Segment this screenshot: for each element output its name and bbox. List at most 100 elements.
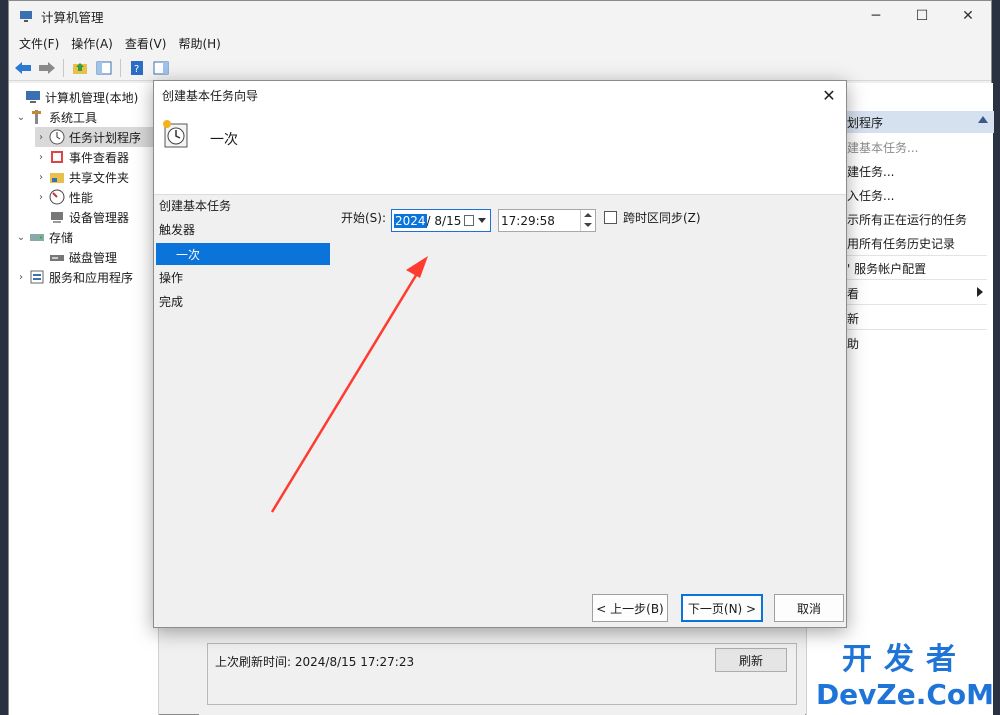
tree-item-label: 存储 bbox=[49, 230, 74, 245]
action-service-account-config[interactable]: ' 服务帐户配置 bbox=[847, 260, 926, 277]
right-edge bbox=[992, 0, 1000, 715]
tree-item-label: 磁盘管理 bbox=[69, 250, 118, 265]
tree-item-event-viewer[interactable]: › 事件查看器 bbox=[35, 147, 129, 167]
refresh-button[interactable]: 刷新 bbox=[715, 648, 787, 672]
chevron-right-icon[interactable]: › bbox=[35, 172, 47, 183]
computer-icon bbox=[26, 91, 40, 103]
chevron-right-icon[interactable]: › bbox=[35, 132, 47, 143]
task-clock-icon bbox=[163, 120, 188, 148]
performance-icon bbox=[49, 189, 65, 205]
last-refresh-time: 上次刷新时间: 2024/8/15 17:27:23 bbox=[215, 655, 415, 669]
tree-root[interactable]: 计算机管理(本地) bbox=[11, 87, 138, 107]
shared-folder-icon bbox=[50, 173, 64, 183]
time-value[interactable]: 17:29:58 bbox=[501, 214, 555, 228]
chevron-down-icon[interactable]: ⌄ bbox=[15, 232, 27, 243]
cancel-button[interactable]: 取消 bbox=[774, 594, 844, 622]
menu-file[interactable]: 文件(F) bbox=[13, 35, 65, 52]
action-create-basic-task[interactable]: 建基本任务... bbox=[847, 139, 918, 156]
sync-timezone-label[interactable]: 跨时区同步(Z) bbox=[623, 209, 701, 226]
date-year-segment[interactable]: 2024 bbox=[394, 213, 427, 228]
toolbar: ? bbox=[9, 55, 991, 81]
action-display-running-tasks[interactable]: 示所有正在运行的任务 bbox=[847, 211, 967, 228]
separator bbox=[837, 329, 987, 330]
date-rest-segment[interactable]: / 8/15 bbox=[427, 214, 462, 228]
left-edge bbox=[0, 0, 8, 715]
menu-action[interactable]: 操作(A) bbox=[65, 35, 119, 52]
forward-arrow-icon bbox=[39, 61, 55, 74]
chevron-down-icon[interactable]: ⌄ bbox=[15, 112, 27, 123]
tree-item-label: 任务计划程序 bbox=[69, 130, 142, 145]
maximize-button[interactable]: ☐ bbox=[899, 1, 945, 31]
tree-item-system-tools[interactable]: ⌄ 系统工具 bbox=[15, 107, 97, 127]
chevron-right-icon[interactable]: › bbox=[35, 152, 47, 163]
tools-icon bbox=[32, 110, 41, 124]
dialog-title-bar: 创建基本任务向导 bbox=[154, 81, 846, 109]
wizard-steps: 创建基本任务 触发器 一次 操作 完成 bbox=[154, 195, 334, 575]
watermark: 开发者 DevZe.CoM bbox=[816, 634, 994, 711]
separator bbox=[837, 255, 987, 256]
action-pane-icon bbox=[153, 61, 169, 74]
tree-item-disk-management[interactable]: 磁盘管理 bbox=[35, 247, 117, 267]
dialog-close-icon[interactable]: ✕ bbox=[818, 84, 840, 106]
window-title: 计算机管理 bbox=[41, 9, 104, 25]
step-once: 一次 bbox=[156, 243, 330, 265]
action-enable-history[interactable]: 用所有任务历史记录 bbox=[847, 235, 955, 252]
tree-item-shared-folders[interactable]: › 共享文件夹 bbox=[35, 167, 129, 187]
chevron-right-icon[interactable]: › bbox=[35, 192, 47, 203]
chevron-right-icon[interactable]: › bbox=[15, 272, 27, 283]
menu-bar: 文件(F) 操作(A) 查看(V) 帮助(H) bbox=[9, 31, 991, 55]
tree-item-device-manager[interactable]: 设备管理器 bbox=[35, 207, 129, 227]
action-pane-button[interactable] bbox=[151, 58, 171, 78]
menu-view[interactable]: 查看(V) bbox=[119, 35, 173, 52]
action-help[interactable]: 助 bbox=[847, 335, 859, 352]
tree-item-services-apps[interactable]: › 服务和应用程序 bbox=[15, 267, 133, 287]
calendar-icon[interactable] bbox=[464, 215, 474, 226]
watermark-line1: 开发者 bbox=[841, 642, 968, 677]
start-time-field[interactable]: 17:29:58 bbox=[498, 209, 596, 232]
start-label: 开始(S): bbox=[341, 211, 387, 225]
forward-button[interactable] bbox=[37, 58, 57, 78]
tree-item-performance[interactable]: › 性能 bbox=[35, 187, 93, 207]
window-controls: ─ ☐ ✕ bbox=[853, 1, 991, 31]
folder-up-icon bbox=[73, 62, 87, 74]
action-create-task[interactable]: 建任务... bbox=[847, 163, 894, 180]
collapse-up-icon[interactable] bbox=[978, 116, 988, 123]
tree-item-label: 系统工具 bbox=[49, 110, 98, 125]
close-button[interactable]: ✕ bbox=[945, 1, 991, 31]
help-button[interactable]: ? bbox=[127, 58, 147, 78]
spin-up-icon[interactable] bbox=[584, 213, 592, 217]
title-bar: 计算机管理 bbox=[9, 1, 991, 31]
menu-help[interactable]: 帮助(H) bbox=[172, 35, 226, 52]
tree-item-label: 性能 bbox=[69, 190, 94, 205]
start-date-picker[interactable]: 2024 / 8/15 bbox=[391, 209, 491, 232]
step-finish: 完成 bbox=[159, 295, 184, 309]
back-step-button[interactable]: < 上一步(B) bbox=[592, 594, 668, 622]
tree-item-storage[interactable]: ⌄ 存储 bbox=[15, 227, 73, 247]
help-icon: ? bbox=[131, 60, 143, 75]
minimize-button[interactable]: ─ bbox=[853, 1, 899, 31]
chevron-down-icon[interactable] bbox=[478, 218, 486, 223]
disk-icon bbox=[50, 255, 64, 261]
toolbar-separator bbox=[120, 58, 121, 77]
action-view[interactable]: 看 bbox=[847, 285, 859, 302]
tree-item-task-scheduler[interactable]: › 任务计划程序 bbox=[35, 127, 155, 147]
back-arrow-icon bbox=[15, 61, 31, 74]
toolbar-separator bbox=[63, 58, 64, 77]
next-step-button[interactable]: 下一页(N) > bbox=[681, 594, 763, 622]
sync-timezone-checkbox[interactable] bbox=[604, 211, 617, 224]
action-refresh[interactable]: 新 bbox=[847, 310, 859, 327]
submenu-arrow-icon bbox=[977, 287, 983, 297]
services-icon bbox=[30, 270, 44, 284]
back-button[interactable] bbox=[13, 58, 33, 78]
action-import-task[interactable]: 入任务... bbox=[847, 187, 894, 204]
time-spinner[interactable] bbox=[580, 210, 595, 231]
tree-item-label: 共享文件夹 bbox=[69, 170, 130, 185]
dialog-title: 创建基本任务向导 bbox=[162, 88, 259, 103]
tree-item-label: 服务和应用程序 bbox=[49, 270, 134, 285]
up-folder-button[interactable] bbox=[70, 58, 90, 78]
console-tree: 计算机管理(本地) ⌄ 系统工具 › 任务计划程序 › 事件查看器 › 共享文件… bbox=[9, 83, 159, 715]
dialog-header-title: 一次 bbox=[210, 132, 238, 148]
spin-down-icon[interactable] bbox=[584, 223, 592, 227]
show-hide-tree-button[interactable] bbox=[94, 58, 114, 78]
separator bbox=[837, 304, 987, 305]
